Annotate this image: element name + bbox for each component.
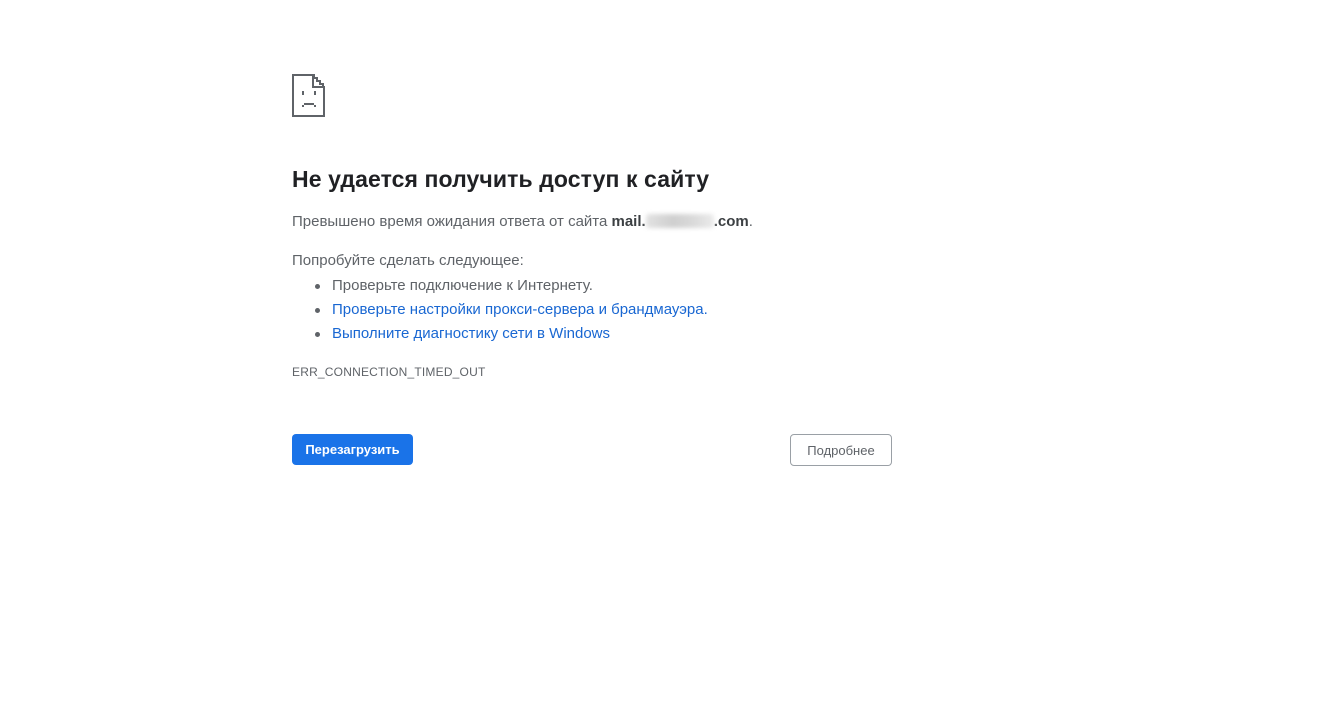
suggestion-proxy-firewall-link[interactable]: Проверьте настройки прокси-сервера и бра… <box>315 298 708 322</box>
error-summary: Превышено время ожидания ответа от сайта… <box>292 213 753 230</box>
summary-host: mail. .com <box>612 213 749 230</box>
main-content: Не удается получить доступ к сайту Превы… <box>292 74 892 466</box>
summary-prefix: Превышено время ожидания ответа от сайта <box>292 213 612 230</box>
host-start: mail. <box>611 213 646 230</box>
host-end: .com <box>713 213 749 230</box>
sad-page-icon <box>292 74 326 118</box>
reload-button[interactable]: Перезагрузить <box>292 434 413 465</box>
summary-suffix: . <box>748 213 753 230</box>
suggestion-windows-diagnostics-link[interactable]: Выполните диагностику сети в Windows <box>315 322 708 346</box>
details-button[interactable]: Подробнее <box>790 434 892 466</box>
page-title: Не удается получить доступ к сайту <box>292 166 710 192</box>
error-code: ERR_CONNECTION_TIMED_OUT <box>292 365 486 379</box>
error-page: Не удается получить доступ к сайту Превы… <box>0 0 1339 703</box>
suggestion-check-connection: Проверьте подключение к Интернету. <box>315 274 708 298</box>
redacted-domain <box>645 214 714 228</box>
suggestions-heading: Попробуйте сделать следующее: <box>292 252 524 269</box>
suggestions-list: Проверьте подключение к Интернету. Прове… <box>292 274 708 346</box>
